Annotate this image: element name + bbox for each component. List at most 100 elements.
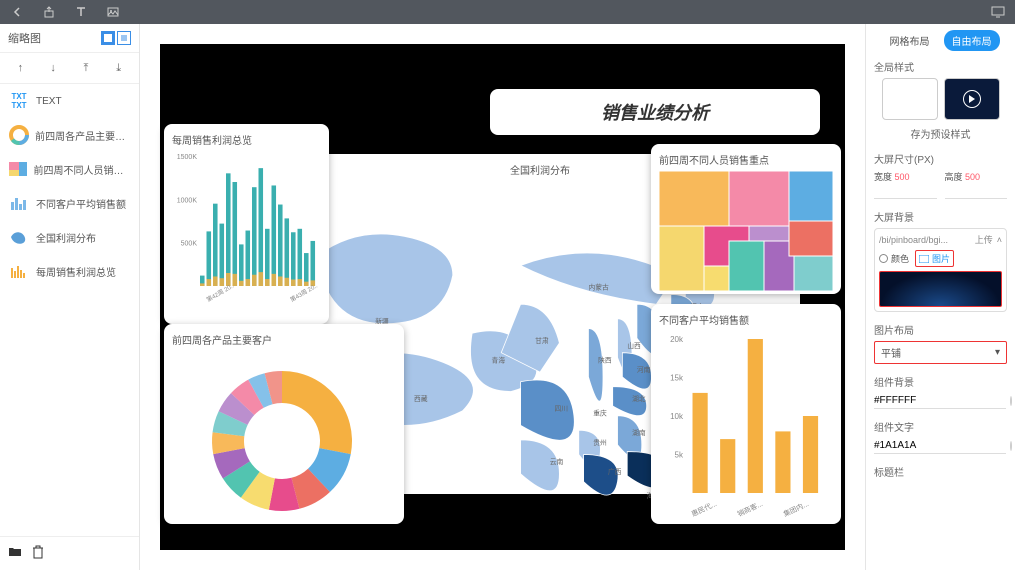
svg-text:1500K: 1500K [177, 154, 198, 161]
delete-icon[interactable] [32, 545, 44, 562]
dashboard-canvas[interactable]: 销售业绩分析 每周销售利润总览 500K1000K1500K第42周 20..第… [160, 44, 845, 550]
component-label: 全国利润分布 [36, 230, 96, 245]
preset-dark[interactable] [944, 78, 1000, 120]
present-icon[interactable] [989, 3, 1007, 21]
component-label: 前四周各产品主要客户 [35, 128, 131, 143]
dashboard-title: 销售业绩分析 [500, 99, 810, 125]
bg-color-option[interactable]: 颜色 [879, 252, 909, 265]
donut-chart [172, 351, 392, 521]
back-button[interactable] [8, 3, 26, 21]
svg-text:5k: 5k [675, 451, 684, 460]
move-up-icon[interactable]: ↑ [11, 59, 29, 77]
component-icon [8, 124, 29, 146]
svg-text:惠民代...: 惠民代... [690, 499, 718, 519]
view-list-icon[interactable] [117, 31, 131, 45]
svg-text:四川: 四川 [555, 405, 569, 413]
svg-text:销商客...: 销商客... [736, 499, 764, 519]
component-icon [8, 192, 30, 214]
layout-grid-tab[interactable]: 网格布局 [882, 30, 938, 51]
treemap-card[interactable]: 前四周不同人员销售重点 [651, 144, 841, 294]
svg-text:湖南: 湖南 [632, 428, 646, 437]
sidebar-item-4[interactable]: 全国利润分布 [0, 220, 139, 254]
svg-text:10k: 10k [670, 412, 684, 421]
width-input[interactable] [874, 183, 937, 199]
view-grid-icon[interactable] [101, 31, 115, 45]
image-tool-icon[interactable] [104, 3, 122, 21]
donut-card[interactable]: 前四周各产品主要客户 [164, 324, 404, 524]
component-label: TEXT [36, 96, 62, 107]
component-label: 每周销售利润总览 [36, 264, 116, 279]
titlebar-label: 标题栏 [874, 464, 1007, 479]
color-swatch[interactable] [1010, 396, 1012, 406]
play-icon [963, 90, 981, 108]
bg-image-option[interactable]: 图片 [915, 250, 954, 267]
svg-text:陕西: 陕西 [598, 355, 612, 364]
img-layout-select[interactable]: 平铺▾ [874, 341, 1007, 364]
svg-text:山西: 山西 [627, 341, 641, 350]
card-title: 前四周各产品主要客户 [172, 332, 396, 347]
svg-text:广西: 广西 [608, 467, 622, 476]
component-icon: TXTTXT [8, 90, 30, 112]
card-title: 前四周不同人员销售重点 [659, 152, 833, 167]
chevron-down-icon: ▾ [995, 347, 1000, 358]
move-down-icon[interactable]: ↓ [44, 59, 62, 77]
sidebar-title: 缩略图 [8, 30, 41, 46]
sidebar-item-3[interactable]: 不同客户平均销售额 [0, 186, 139, 220]
bg-path-text: /bi/pinboard/bgi... [879, 235, 971, 245]
svg-text:湖北: 湖北 [632, 394, 646, 403]
component-icon [8, 226, 30, 248]
global-style-label: 全局样式 [874, 59, 1007, 74]
svg-text:20k: 20k [670, 335, 684, 344]
comp-bg-label: 组件背景 [874, 374, 1007, 389]
save-preset-button[interactable]: 存为预设样式 [874, 126, 1007, 141]
preset-light[interactable] [882, 78, 938, 120]
sidebar-item-1[interactable]: 前四周各产品主要客户 [0, 118, 139, 152]
height-input[interactable] [945, 183, 1008, 199]
svg-text:云南: 云南 [550, 457, 564, 466]
img-layout-label: 图片布局 [874, 322, 1007, 337]
bar-chart: 500K1000K1500K第42周 20..第43周 20..第44周 20.… [172, 151, 322, 316]
treemap-chart [659, 171, 833, 291]
svg-text:1000K: 1000K [177, 197, 198, 204]
svg-text:500K: 500K [181, 241, 198, 248]
screen-size-label: 大屏尺寸(PX) [874, 151, 1007, 166]
bg-thumbnail[interactable] [879, 271, 1002, 307]
card-title: 每周销售利润总览 [172, 132, 321, 147]
folder-icon[interactable] [8, 545, 22, 562]
svg-text:河南: 河南 [637, 365, 651, 374]
layout-free-tab[interactable]: 自由布局 [944, 30, 1000, 51]
svg-text:重庆: 重庆 [593, 409, 607, 418]
svg-text:甘肃: 甘肃 [535, 336, 549, 345]
properties-panel: 网格布局 自由布局 全局样式 存为预设样式 大屏尺寸(PX) 宽度 500 高 [865, 24, 1015, 570]
chevron-up-icon[interactable]: ˄ [997, 235, 1002, 245]
move-top-icon[interactable]: ⤒ [77, 59, 95, 77]
svg-text:青海: 青海 [492, 355, 506, 364]
component-icon [8, 260, 30, 282]
weekly-profit-card[interactable]: 每周销售利润总览 500K1000K1500K第42周 20..第43周 20.… [164, 124, 329, 324]
svg-text:西藏: 西藏 [414, 394, 428, 403]
svg-text:贵州: 贵州 [593, 438, 607, 447]
sidebar-item-5[interactable]: 每周销售利润总览 [0, 254, 139, 288]
component-label: 前四周不同人员销售重点 [34, 162, 132, 177]
comp-text-label: 组件文字 [874, 419, 1007, 434]
sidebar: 缩略图 ↑ ↓ ⤒ ⤓ TXTTXT TEXT 前四周各产品主要客户前四周不同人员销… [0, 24, 140, 570]
avg-sales-card[interactable]: 不同客户平均销售额 5k 10k 15k 20k 惠民代... 销商客... 集团内... [651, 304, 841, 524]
component-icon [8, 158, 28, 180]
screen-bg-label: 大屏背景 [874, 209, 1007, 224]
card-title: 不同客户平均销售额 [659, 312, 833, 327]
svg-text:15k: 15k [670, 374, 684, 383]
export-icon[interactable] [40, 3, 58, 21]
component-label: 不同客户平均销售额 [36, 196, 126, 211]
text-tool-icon[interactable] [72, 3, 90, 21]
sidebar-item-0[interactable]: TXTTXT TEXT [0, 84, 139, 118]
title-card[interactable]: 销售业绩分析 [490, 89, 820, 135]
move-bottom-icon[interactable]: ⤓ [110, 59, 128, 77]
svg-text:集团内...: 集团内... [782, 499, 810, 519]
sidebar-item-2[interactable]: 前四周不同人员销售重点 [0, 152, 139, 186]
upload-button[interactable]: 上传 [975, 233, 993, 246]
comp-text-input[interactable] [874, 438, 1006, 454]
comp-bg-input[interactable] [874, 393, 1006, 409]
svg-text:内蒙古: 内蒙古 [588, 283, 609, 292]
color-swatch[interactable] [1010, 441, 1012, 451]
bar-chart: 5k 10k 15k 20k 惠民代... 销商客... 集团内... [659, 331, 833, 521]
